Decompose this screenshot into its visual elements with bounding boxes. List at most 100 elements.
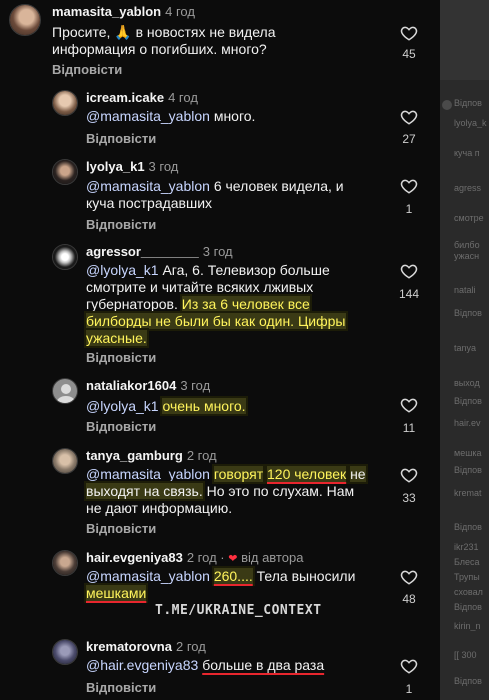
watermark: T.ME/UKRAINE_CONTEXT	[155, 603, 322, 618]
reply-button[interactable]: Відповісти	[86, 350, 156, 365]
ghost-text: выход	[454, 378, 480, 388]
ghost-text: Відпов	[454, 602, 482, 612]
like-count: 45	[402, 47, 416, 61]
ghost-text: natali	[454, 285, 476, 295]
ghost-avatar	[442, 100, 452, 110]
heart-icon[interactable]	[400, 177, 418, 195]
ghost-text: Блеса	[454, 557, 480, 567]
avatar[interactable]	[52, 159, 78, 185]
heart-icon[interactable]	[400, 24, 418, 42]
ghost-text: ужасн	[454, 251, 480, 261]
comment-text: Просите, 🙏 в новостях не видела информац…	[52, 24, 352, 58]
username[interactable]: mamasita_yablon	[52, 4, 161, 19]
comment-text: @mamasita_yablon много.	[86, 108, 386, 125]
mention-link[interactable]: @hair.evgeniya83	[86, 657, 198, 673]
ghost-text: tanya	[454, 343, 477, 353]
comment-header: hair.evgeniya83 2 год · ❤ від автора	[86, 550, 303, 565]
comment-text: @lyolya_k1 очень много.	[86, 398, 386, 415]
ghost-text: ikr231	[454, 542, 479, 552]
username[interactable]: nataliakor1604	[86, 378, 176, 393]
ghost-text: Відпов	[454, 522, 482, 532]
heart-icon[interactable]	[400, 466, 418, 484]
heart-icon[interactable]	[400, 396, 418, 414]
username[interactable]: agressor________	[86, 244, 199, 259]
timestamp: 4 год	[165, 4, 195, 19]
timestamp: 3 год	[180, 378, 211, 393]
reply-button[interactable]: Відповісти	[86, 419, 156, 434]
ghost-text: мешка	[454, 448, 482, 458]
username[interactable]: hair.evgeniya83	[86, 550, 183, 565]
timestamp: 2 год	[175, 639, 206, 654]
username[interactable]: tanya_gamburg	[86, 448, 183, 463]
ghost-text: Трупы	[454, 572, 480, 582]
comments-list: mamasita_yablon 4 год Просите, 🙏 в новост…	[0, 0, 440, 700]
ghost-text: kirin_n	[454, 621, 481, 631]
avatar[interactable]	[52, 639, 78, 665]
mention-link[interactable]: @mamasita_yablon	[86, 568, 210, 584]
ghost-text: lyolya_k	[454, 118, 487, 128]
ghost-text: Відпов	[454, 308, 482, 318]
like-count: 27	[402, 132, 416, 146]
like-count: 11	[402, 421, 416, 435]
avatar[interactable]	[9, 4, 41, 36]
heart-icon[interactable]	[400, 568, 418, 586]
mention-link[interactable]: @lyolya_k1	[86, 398, 159, 414]
comment-header: icream.icake 4 год	[86, 90, 198, 105]
username[interactable]: icream.icake	[86, 90, 164, 105]
avatar[interactable]	[52, 448, 78, 474]
comment-line: информация о погибших. много?	[52, 41, 267, 57]
reply-button[interactable]: Відповісти	[86, 521, 156, 536]
comment-text: @hair.evgeniya83 больше в два раза	[86, 657, 386, 674]
avatar[interactable]	[52, 90, 78, 116]
comment-body: много.	[213, 108, 256, 124]
ghost-text: [[ 300	[454, 650, 477, 660]
heart-icon: ❤	[228, 553, 238, 565]
like-count: 144	[398, 287, 420, 301]
mention-link[interactable]: @mamasita_yablon	[86, 466, 210, 482]
mention-link[interactable]: @mamasita_yablon	[86, 108, 210, 124]
comment-body: смотрите и читайте всяких лживых	[86, 279, 314, 295]
ghost-text: сховал	[454, 587, 483, 597]
comment-body: куча пострадавших	[86, 195, 213, 211]
timestamp: 2 год	[186, 550, 217, 565]
comment-body: не дают информацию.	[86, 500, 233, 516]
highlighted-text: больше в два раза	[202, 657, 325, 673]
ghost-text: куча п	[454, 148, 480, 158]
avatar[interactable]	[52, 244, 78, 270]
comment-text: @mamasita_yablon 260.... Тела выносили м…	[86, 568, 396, 602]
highlighted-text: билборды не были бы как один. Цифры	[86, 313, 346, 329]
reply-button[interactable]: Відповісти	[52, 62, 122, 77]
timestamp: 4 год	[168, 90, 198, 105]
comment-body: Но это по слухам. Нам	[206, 483, 355, 499]
comment-body: Ага, 6. Телевизор больше	[162, 262, 330, 278]
avatar[interactable]	[52, 378, 78, 404]
heart-icon[interactable]	[400, 657, 418, 675]
comment-header: krematorovna 2 год	[86, 639, 206, 654]
comment-header: agressor________ 3 год	[86, 244, 233, 259]
reply-button[interactable]: Відповісти	[86, 131, 156, 146]
like-count: 48	[402, 592, 416, 606]
comment-header: tanya_gamburg 2 год	[86, 448, 217, 463]
avatar[interactable]	[52, 550, 78, 576]
reply-button[interactable]: Відповісти	[86, 217, 156, 232]
username[interactable]: krematorovna	[86, 639, 172, 654]
like-count: 1	[405, 682, 413, 696]
ghost-text: kremat	[454, 488, 482, 498]
ghost-text: билбо	[454, 240, 480, 250]
heart-icon[interactable]	[400, 262, 418, 280]
ghost-text: agress	[454, 183, 482, 193]
heart-icon[interactable]	[400, 108, 418, 126]
comment-body: Тела выносили	[256, 568, 356, 584]
reply-button[interactable]: Відповісти	[86, 680, 156, 695]
mention-link[interactable]: @lyolya_k1	[86, 262, 159, 278]
highlighted-text: не	[350, 466, 366, 482]
username[interactable]: lyolya_k1	[86, 159, 145, 174]
highlighted-text: выходят на связь.	[86, 483, 203, 499]
comment-header: mamasita_yablon 4 год	[52, 4, 195, 19]
highlighted-text: 260....	[213, 568, 253, 584]
ghost-text: hair.ev	[454, 418, 481, 428]
like-count: 1	[405, 202, 413, 216]
mention-link[interactable]: @mamasita_yablon	[86, 178, 210, 194]
highlighted-text: Из за 6 человек все	[181, 296, 310, 312]
highlighted-text: ужасные.	[86, 330, 147, 346]
